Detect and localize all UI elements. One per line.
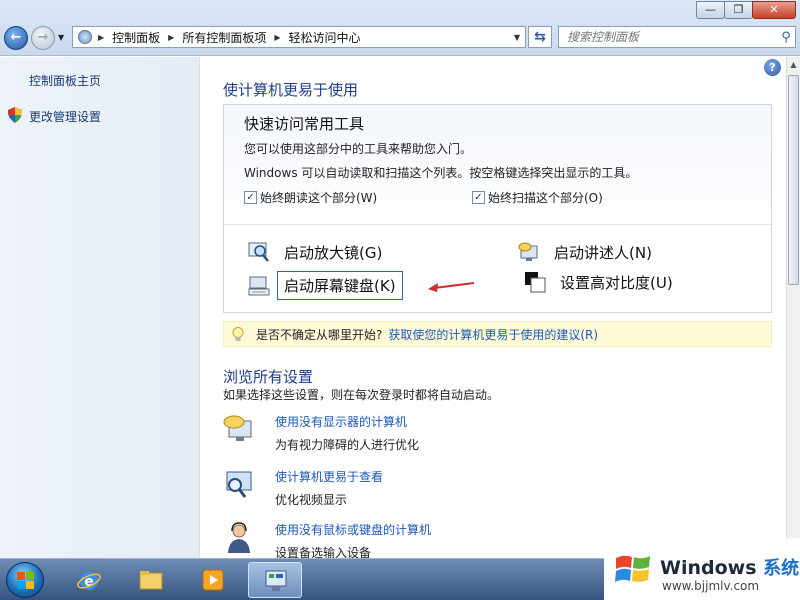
uac-shield-icon [8,107,22,123]
page-title: 使计算机更易于使用 [223,81,359,99]
windows-flag-logo-icon [615,555,650,582]
control-panel-icon [265,570,287,591]
option-easier-to-see-link[interactable]: 使计算机更易于查看 [275,468,383,485]
arrow-left-icon: ← [10,30,22,45]
taskbar-windows-explorer[interactable] [124,562,178,598]
on-screen-keyboard-tool[interactable]: 启动屏幕键盘(K) [248,271,403,300]
minimize-button[interactable]: — [696,1,725,19]
sidebar-link-home[interactable]: 控制面板主页 [29,72,101,89]
always-read-checkbox[interactable]: ✓ 始终朗读这个部分(W) [244,189,377,206]
search-input[interactable] [559,30,777,44]
breadcrumb-separator-icon[interactable]: ▶ [274,33,280,42]
always-read-label[interactable]: 始终朗读这个部分(W) [260,189,377,206]
option-no-mouse-keyboard-desc: 设置备选输入设备 [275,546,372,558]
arrow-right-icon: → [37,30,49,45]
control-panel-small-icon [78,30,92,44]
taskbar-control-panel[interactable] [248,562,302,598]
breadcrumb-ease-of-access[interactable]: 轻松访问中心 [289,29,361,46]
lightbulb-icon [232,327,244,341]
always-scan-checkbox[interactable]: ✓ 始终扫描这个部分(O) [472,189,603,206]
quick-access-panel: 快速访问常用工具 您可以使用这部分中的工具来帮助您入门。 Windows 可以自… [223,104,772,313]
browse-settings-title: 浏览所有设置 [223,368,314,386]
quick-access-heading: 快速访问常用工具 [244,115,365,133]
person-headset-icon [228,522,250,553]
address-dropdown-icon[interactable]: ▼ [514,33,520,42]
option-no-display-desc: 为有视力障碍的人进行优化 [275,438,420,452]
checkmark-icon[interactable]: ✓ [472,191,485,204]
media-player-icon [202,569,224,591]
sidebar-link-admin-settings[interactable]: 更改管理设置 [29,108,101,125]
narrator-label[interactable]: 启动讲述人(N) [554,242,652,263]
option-no-display-link[interactable]: 使用没有显示器的计算机 [275,413,419,430]
quick-access-header: 快速访问常用工具 您可以使用这部分中的工具来帮助您入门。 Windows 可以自… [224,105,771,225]
on-screen-keyboard-label[interactable]: 启动屏幕键盘(K) [277,271,403,300]
magnifier-tool[interactable]: 启动放大镜(G) [248,241,382,263]
option-easier-to-see-desc: 优化视频显示 [275,493,348,507]
option-no-display[interactable]: 使用没有显示器的计算机 为有视力障碍的人进行优化 [223,413,419,453]
vertical-scrollbar[interactable]: ▲ [786,57,800,558]
speech-monitor-icon [223,415,252,441]
tip-recommendations-link[interactable]: 获取使您的计算机更易于使用的建议(R) [388,326,598,343]
window-chrome: — ❐ ✕ ← → ▼ ▶ 控制面板 ▶ 所有控制面板项 ▶ 轻松访问中心 ▼ … [0,0,800,56]
quick-access-intro: 您可以使用这部分中的工具来帮助您入门。 [244,142,473,156]
back-button[interactable]: ← [4,26,28,50]
breadcrumb-separator-icon[interactable]: ▶ [98,33,104,42]
breadcrumb-control-panel[interactable]: 控制面板 [112,29,160,46]
taskbar-internet-explorer[interactable]: e [62,562,116,598]
forward-button[interactable]: → [31,26,55,50]
refresh-icon: ⇆ [534,29,546,45]
start-button[interactable] [6,562,44,598]
watermark-brand: Windows 系统之家 [660,557,800,579]
close-icon: ✕ [769,3,779,16]
history-dropdown-icon[interactable]: ▼ [58,33,64,42]
annotation-arrow-icon [428,282,475,292]
close-button[interactable]: ✕ [752,1,796,19]
search-box[interactable]: ⚲ [558,26,796,48]
scroll-thumb[interactable] [788,75,799,285]
scroll-up-icon[interactable]: ▲ [787,57,800,73]
window-controls: — ❐ ✕ [696,1,796,19]
monitor-magnifier-icon [226,471,252,498]
checkmark-icon[interactable]: ✓ [244,191,257,204]
maximize-icon: ❐ [733,3,744,16]
magnifier-icon [248,242,269,262]
windows-logo-icon [17,572,34,589]
breadcrumb-all-items[interactable]: 所有控制面板项 [182,29,266,46]
tip-text: 是否不确定从哪里开始? [256,327,383,342]
browse-settings-subtitle: 如果选择这些设置，则在每次登录时都将自动启动。 [223,388,500,402]
option-no-mouse-keyboard[interactable]: 使用没有鼠标或键盘的计算机 设置备选输入设备 [223,521,431,558]
taskbar-media-player[interactable] [186,562,240,598]
high-contrast-label[interactable]: 设置高对比度(U) [560,272,673,293]
always-scan-label[interactable]: 始终扫描这个部分(O) [488,189,603,206]
watermark-logo: Windows 系统之家 www.bjjmlv.com [604,538,800,600]
magnifier-label[interactable]: 启动放大镜(G) [284,242,382,263]
address-bar[interactable]: ▶ 控制面板 ▶ 所有控制面板项 ▶ 轻松访问中心 ▼ [72,26,526,48]
tip-bar: 是否不确定从哪里开始? 获取使您的计算机更易于使用的建议(R) [223,321,772,347]
high-contrast-icon [525,272,546,293]
narrator-tool[interactable]: 启动讲述人(N) [518,241,652,263]
refresh-button[interactable]: ⇆ [528,26,552,48]
main-content: ? 使计算机更易于使用 快速访问常用工具 您可以使用这部分中的工具来帮助您入门。… [201,57,786,558]
help-icon[interactable]: ? [764,59,781,76]
maximize-button[interactable]: ❐ [724,1,753,19]
keyboard-icon [248,276,270,295]
explorer-folder-icon [139,571,163,590]
watermark-url: www.bjjmlv.com [662,579,760,593]
breadcrumb-separator-icon[interactable]: ▶ [168,33,174,42]
search-icon[interactable]: ⚲ [777,30,795,45]
minimize-icon: — [705,3,716,16]
option-easier-to-see[interactable]: 使计算机更易于查看 优化视频显示 [223,468,383,508]
quick-access-description: Windows 可以自动读取和扫描这个列表。按空格键选择突出显示的工具。 [244,166,638,180]
sidebar: 控制面板主页 更改管理设置 [0,57,200,558]
narrator-icon [518,242,538,261]
internet-explorer-icon: e [77,572,101,590]
high-contrast-tool[interactable]: 设置高对比度(U) [524,271,673,293]
option-no-mouse-keyboard-link[interactable]: 使用没有鼠标或键盘的计算机 [275,521,431,538]
